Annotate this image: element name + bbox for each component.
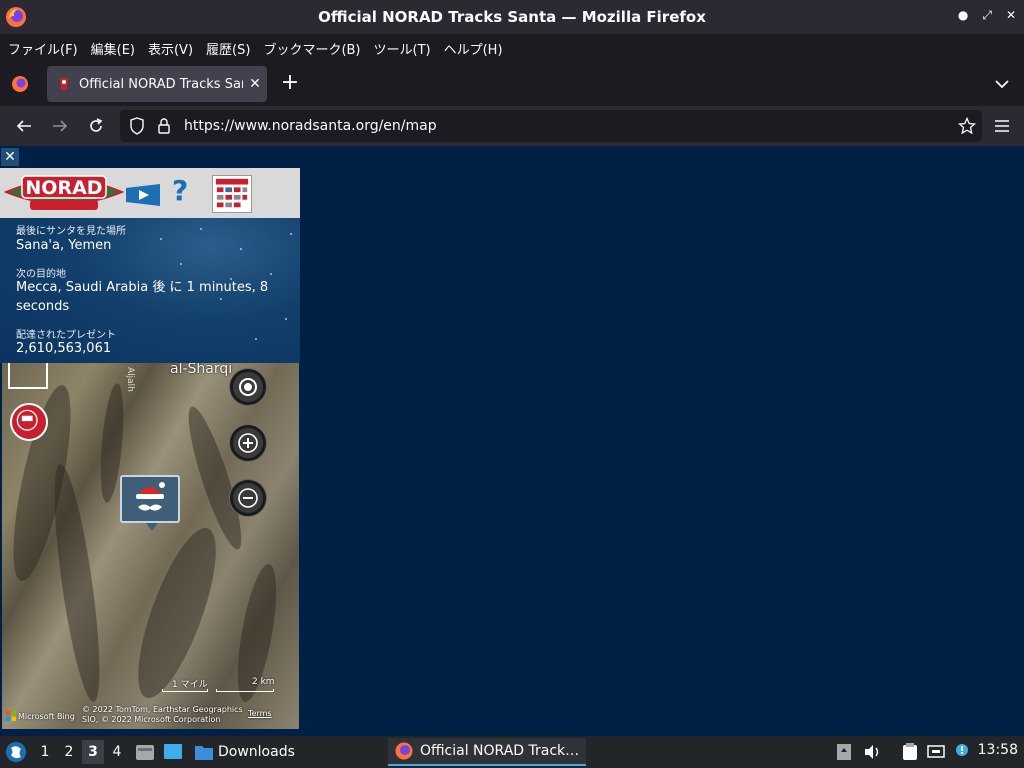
- next-stop-value: Mecca, Saudi Arabia 後 に 1 minutes, 8 sec…: [16, 280, 269, 314]
- folder-icon: [195, 746, 213, 760]
- menu-file[interactable]: ファイル(F): [8, 39, 78, 58]
- locate-santa-button[interactable]: [230, 369, 266, 405]
- norad-tracks-santa-logo[interactable]: NORAD: [4, 170, 124, 214]
- fullscreen-icon[interactable]: [8, 363, 48, 389]
- video-play-icon[interactable]: [126, 184, 160, 206]
- santa-map[interactable]: Aljalh al-Sharqi 1 マイル 2 km Microsoft Bi…: [2, 363, 299, 729]
- window-titlebar: Official NORAD Tracks Santa — Mozilla Fi…: [0, 0, 1024, 34]
- workspace-4[interactable]: 4: [106, 740, 128, 764]
- page-content: ✕ NORAD ? 最後にサンタを見た場所 Sana'a, Yemen 次の目的…: [0, 146, 1024, 736]
- last-seen-value: Sana'a, Yemen: [16, 238, 112, 253]
- last-seen-label: 最後にサンタを見た場所: [16, 226, 126, 237]
- menu-bar: ファイル(F) 編集(E) 表示(V) 履歴(S) ブックマーク(B) ツール(…: [0, 34, 1024, 62]
- reload-icon[interactable]: [84, 114, 108, 138]
- santa-info-panel: 最後にサンタを見た場所 Sana'a, Yemen 次の目的地 Mecca, S…: [0, 218, 300, 363]
- firefox-view-icon[interactable]: [10, 74, 30, 94]
- forward-icon[interactable]: [48, 114, 72, 138]
- taskbar-firefox-task[interactable]: Official NORAD Track…: [388, 738, 586, 766]
- firefox-icon: [6, 7, 26, 27]
- lock-icon[interactable]: [154, 118, 174, 134]
- scale-bar-km: [216, 689, 274, 692]
- url-bar[interactable]: https://www.noradsanta.org/en/map: [120, 110, 982, 142]
- plus-icon: [238, 433, 258, 453]
- volume-icon[interactable]: [862, 742, 882, 762]
- navigation-bar: https://www.noradsanta.org/en/map: [0, 106, 1024, 146]
- minus-icon: [238, 488, 258, 508]
- tab-close-icon[interactable]: ✕: [243, 76, 267, 92]
- maximize-icon[interactable]: ⤢: [982, 8, 992, 23]
- tab-norad[interactable]: Official NORAD Tracks Santa ✕: [47, 66, 267, 102]
- clipboard-tray-icon[interactable]: [834, 742, 854, 762]
- task-label: Official NORAD Track…: [420, 743, 580, 759]
- norad-tracker-icon[interactable]: [10, 403, 48, 441]
- santa-location-marker[interactable]: [120, 475, 180, 531]
- downloads-label: Downloads: [218, 744, 295, 760]
- app-launcher-icon[interactable]: [4, 740, 28, 764]
- minimize-icon[interactable]: ●: [958, 8, 968, 23]
- tab-label: Official NORAD Tracks Santa: [79, 76, 243, 92]
- workspace-2[interactable]: 2: [58, 740, 80, 764]
- network-icon[interactable]: [926, 742, 946, 762]
- zoom-out-button[interactable]: [230, 480, 266, 516]
- bing-label: Microsoft Bing: [18, 711, 75, 721]
- hamburger-menu-icon[interactable]: [992, 116, 1012, 136]
- clock: 13:58: [977, 742, 1018, 758]
- window-controls: ● ⤢ ✕: [958, 8, 1016, 23]
- window-title: Official NORAD Tracks Santa — Mozilla Fi…: [318, 8, 706, 26]
- chevron-down-icon[interactable]: [992, 74, 1012, 94]
- map-attribution: © 2022 TomTom, Earthstar Geographics SIO…: [82, 705, 243, 724]
- notification-icon[interactable]: [952, 742, 972, 762]
- menu-view[interactable]: 表示(V): [148, 39, 193, 58]
- norad-favicon-icon: [60, 78, 68, 90]
- menu-tools[interactable]: ツール(T): [374, 39, 431, 58]
- scale-km-label: 2 km: [252, 677, 275, 687]
- downloads-folder-button[interactable]: Downloads: [194, 740, 295, 764]
- map-road-label: Aljalh: [125, 367, 135, 392]
- url-text: https://www.noradsanta.org/en/map: [184, 118, 437, 134]
- santa-face-icon: [136, 482, 165, 511]
- zoom-in-button[interactable]: [230, 425, 266, 461]
- notes-tray-icon[interactable]: [900, 742, 920, 762]
- target-icon: [239, 378, 257, 396]
- workspace-1[interactable]: 1: [34, 740, 56, 764]
- menu-help[interactable]: ヘルプ(H): [444, 39, 503, 58]
- file-manager-icon[interactable]: [134, 741, 156, 763]
- firefox-task-icon: [395, 742, 413, 760]
- help-question-icon[interactable]: ?: [172, 174, 188, 207]
- close-panel-icon[interactable]: ✕: [1, 148, 19, 166]
- bookmark-star-icon[interactable]: [952, 117, 982, 135]
- svg-text:NORAD: NORAD: [25, 177, 102, 199]
- map-city-label: al-Sharqi: [170, 363, 233, 377]
- back-icon[interactable]: [12, 114, 36, 138]
- show-desktop-icon[interactable]: [162, 741, 184, 763]
- workspace-3[interactable]: 3: [82, 740, 104, 764]
- new-tab-icon[interactable]: +: [278, 72, 302, 96]
- presents-value: 2,610,563,061: [16, 341, 112, 356]
- menu-edit[interactable]: 編集(E): [91, 39, 135, 58]
- bing-logo[interactable]: Microsoft Bing: [6, 711, 75, 721]
- scale-bar-miles: [162, 689, 208, 692]
- close-icon[interactable]: ✕: [1006, 8, 1016, 23]
- tab-bar: Official NORAD Tracks Santa ✕ +: [0, 62, 1024, 106]
- menu-bookmarks[interactable]: ブックマーク(B): [263, 39, 360, 58]
- shield-icon[interactable]: [126, 117, 148, 135]
- microsoft-logo-icon: [6, 711, 16, 721]
- taskbar: 1 2 3 4 Downloads Official NORAD Track… …: [0, 736, 1024, 768]
- calendar-icon[interactable]: [212, 175, 252, 213]
- terms-link[interactable]: Terms: [248, 709, 272, 718]
- panel-header: NORAD ?: [0, 168, 300, 218]
- menu-history[interactable]: 履歴(S): [206, 39, 250, 58]
